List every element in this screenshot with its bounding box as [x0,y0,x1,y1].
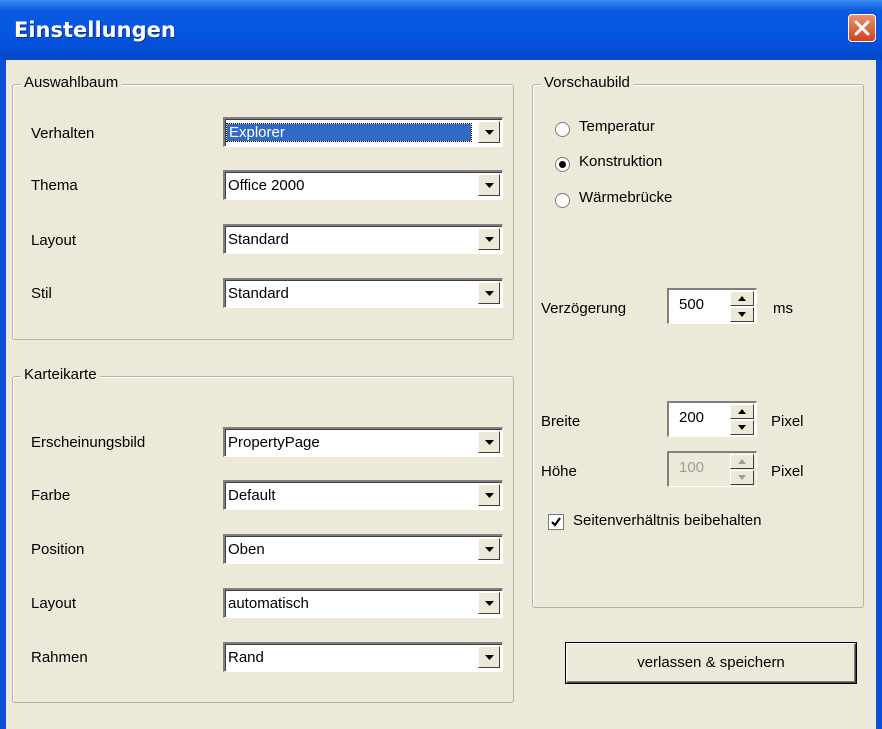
farbe-value: Default [228,487,276,504]
verhalten-value: Explorer [226,123,472,142]
erscheinungsbild-combobox[interactable]: PropertyPage [223,427,503,457]
thema-dropdown-button[interactable] [478,174,500,196]
height-decrement-button [730,470,754,485]
radio-button[interactable] [555,193,570,208]
radio-konstruktion-label[interactable]: Konstruktion [579,153,662,170]
chevron-down-icon [485,130,494,135]
karteikarte-layout-label: Layout [31,595,77,612]
checkmark-icon [551,517,561,527]
width-label: Breite [541,413,581,430]
keep-ratio-label[interactable]: Seitenverhältnis beibehalten [573,512,761,529]
vorschaubild-group: Vorschaubild Temperatur Konstruktion Wär… [532,74,864,608]
height-spinbox: 100 [667,451,757,487]
stil-combobox[interactable]: Standard [223,278,503,308]
height-label: Höhe [541,463,577,480]
radio-temperatur-label[interactable]: Temperatur [579,118,655,135]
erscheinungsbild-value: PropertyPage [228,434,320,451]
rahmen-combobox[interactable]: Rand [223,642,503,672]
thema-label: Thema [31,177,78,194]
chevron-down-icon [485,601,494,606]
chevron-up-icon [738,409,746,414]
chevron-down-icon [738,425,746,430]
erscheinungsbild-dropdown-button[interactable] [478,431,500,453]
karteikarte-group: Karteikarte Erscheinungsbild PropertyPag… [12,366,514,703]
radio-waermebruecke-label[interactable]: Wärmebrücke [579,189,672,206]
settings-dialog: Einstellungen Auswahlbaum Verhalten Expl… [0,0,882,729]
radio-button-selected[interactable] [555,157,570,172]
chevron-up-icon [738,459,746,464]
chevron-down-icon [485,655,494,660]
width-spinbox[interactable]: 200 [667,401,757,437]
height-unit: Pixel [771,463,804,480]
chevron-down-icon [738,312,746,317]
karteikarte-layout-combobox[interactable]: automatisch [223,588,503,618]
chevron-down-icon [485,493,494,498]
stil-dropdown-button[interactable] [478,282,500,304]
radio-dot [559,161,566,168]
chevron-down-icon [485,237,494,242]
stil-value: Standard [228,285,289,302]
rahmen-dropdown-button[interactable] [478,646,500,668]
verhalten-combobox[interactable]: Explorer [223,117,503,147]
karteikarte-layout-value: automatisch [228,595,309,612]
width-increment-button[interactable] [730,404,754,419]
farbe-label: Farbe [31,487,71,504]
verhalten-dropdown-button[interactable] [478,121,500,143]
height-increment-button [730,454,754,469]
checkbox-box[interactable] [548,514,564,530]
farbe-combobox[interactable]: Default [223,480,503,510]
chevron-down-icon [738,475,746,480]
height-value: 100 [679,459,705,476]
position-combobox[interactable]: Oben [223,534,503,564]
delay-unit: ms [773,300,793,317]
radio-button[interactable] [555,122,570,137]
layout-combobox[interactable]: Standard [223,224,503,254]
delay-label: Verzögerung [541,300,627,317]
verhalten-label: Verhalten [31,125,95,142]
farbe-dropdown-button[interactable] [478,484,500,506]
karteikarte-legend: Karteikarte [21,366,100,383]
auswahlbaum-legend: Auswahlbaum [21,74,122,91]
delay-increment-button[interactable] [730,291,754,306]
close-button[interactable] [848,14,876,42]
delay-decrement-button[interactable] [730,307,754,322]
title-bar[interactable]: Einstellungen [0,0,882,60]
chevron-up-icon [738,296,746,301]
position-value: Oben [228,541,265,558]
karteikarte-layout-dropdown-button[interactable] [478,592,500,614]
rahmen-label: Rahmen [31,649,88,666]
width-value: 200 [679,409,705,426]
save-and-exit-button[interactable]: verlassen & speichern [565,642,857,684]
chevron-down-icon [485,291,494,296]
auswahlbaum-group: Auswahlbaum Verhalten Explorer Thema Off… [12,74,514,340]
layout-label: Layout [31,232,77,249]
position-dropdown-button[interactable] [478,538,500,560]
thema-value: Office 2000 [228,177,305,194]
chevron-down-icon [485,440,494,445]
window-title: Einstellungen [14,18,176,42]
rahmen-value: Rand [228,649,264,666]
close-icon [854,20,870,36]
vorschaubild-legend: Vorschaubild [541,74,633,91]
delay-spinbox[interactable]: 500 [667,288,757,324]
chevron-down-icon [485,547,494,552]
width-unit: Pixel [771,413,804,430]
stil-label: Stil [31,285,52,302]
width-decrement-button[interactable] [730,420,754,435]
delay-value: 500 [679,296,705,313]
chevron-down-icon [485,183,494,188]
thema-combobox[interactable]: Office 2000 [223,170,503,200]
erscheinungsbild-label: Erscheinungsbild [31,434,146,451]
layout-value: Standard [228,231,289,248]
position-label: Position [31,541,85,558]
layout-dropdown-button[interactable] [478,228,500,250]
